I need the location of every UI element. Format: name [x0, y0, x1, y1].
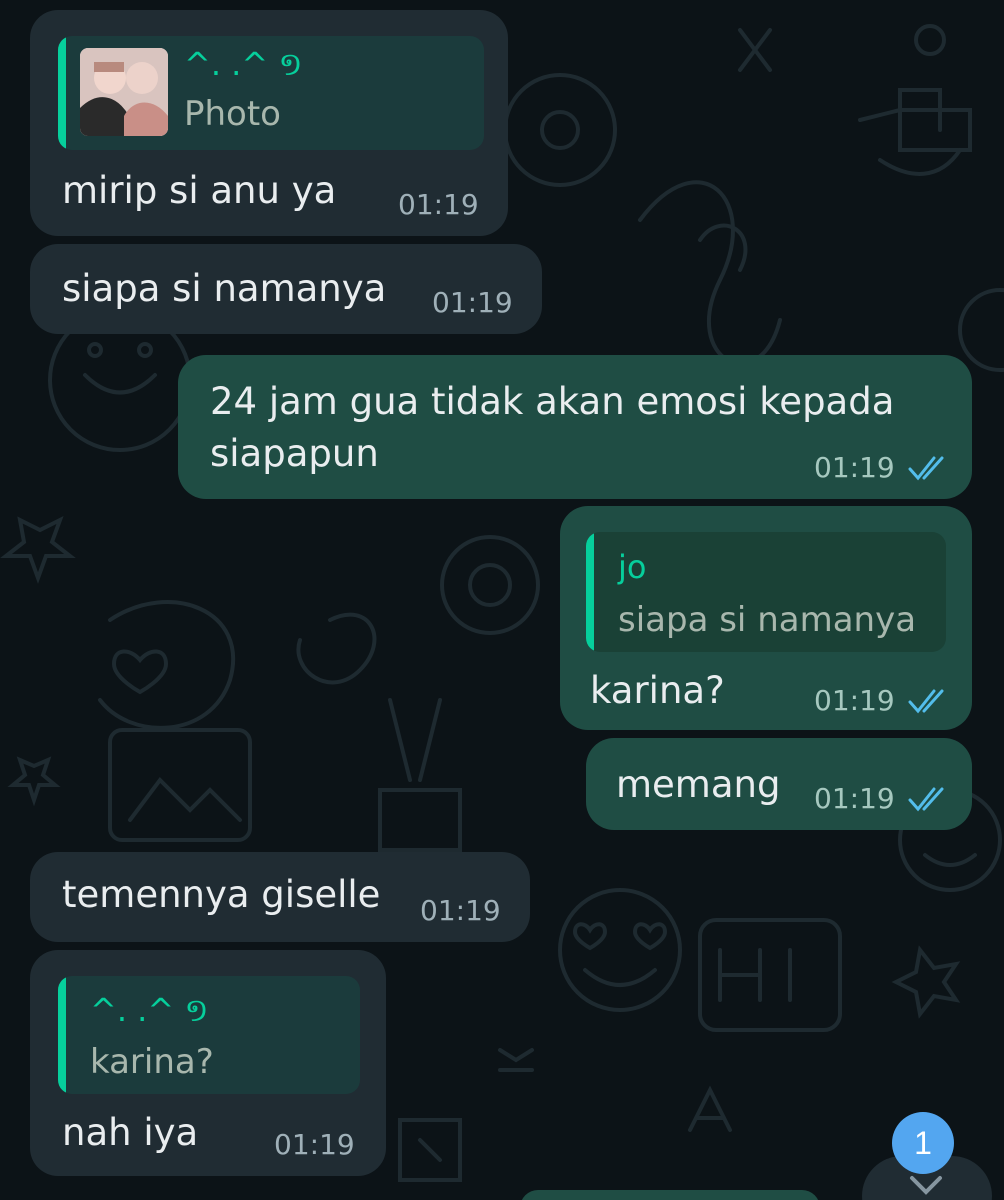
quote-author: ^. .^ ១: [90, 991, 209, 1029]
quote-text: Photo: [184, 94, 281, 134]
message-time: 01:19: [420, 894, 501, 927]
message-bubble-incoming[interactable]: temennya giselle 01:19: [30, 852, 530, 942]
message-text-line-1: 24 jam gua tidak akan emosi kepada: [210, 380, 895, 423]
quote-author: ^. .^ ១: [184, 45, 303, 83]
quote-accent-bar: [58, 976, 66, 1094]
message-bubble-incoming[interactable]: ^. .^ ១ karina? nah iya 01:19: [30, 950, 386, 1176]
message-time: 01:19: [814, 451, 895, 484]
quoted-message[interactable]: ^. .^ ១ Photo: [58, 36, 484, 150]
double-check-icon: [908, 456, 944, 481]
message-bubble-outgoing[interactable]: 24 jam gua tidak akan emosi kepada siapa…: [178, 355, 972, 499]
message-text: memang: [616, 763, 781, 806]
quoted-message[interactable]: ^. .^ ១ karina?: [58, 976, 360, 1094]
message-text-line-2: siapapun: [210, 432, 379, 475]
message-time: 01:19: [398, 188, 479, 221]
double-check-icon: [908, 787, 944, 812]
message-text: nah iya: [62, 1111, 199, 1154]
quoted-message[interactable]: jo siapa si namanya: [586, 532, 946, 652]
message-time: 01:19: [814, 782, 895, 815]
quote-accent-bar: [58, 36, 66, 150]
message-text: karina?: [590, 669, 725, 712]
photo-thumbnail: [80, 48, 168, 136]
quote-author: jo: [618, 548, 647, 586]
quote-text: karina?: [90, 1042, 214, 1082]
quote-accent-bar: [586, 532, 594, 652]
message-time: 01:19: [432, 286, 513, 319]
message-text: temennya giselle: [62, 873, 381, 916]
message-text: mirip si anu ya: [62, 169, 337, 212]
photo-thumbnail-icon: [80, 48, 168, 136]
message-bubble-incoming[interactable]: siapa si namanya 01:19: [30, 244, 542, 334]
unread-count-badge[interactable]: 1: [892, 1112, 954, 1174]
message-bubble-outgoing[interactable]: memang 01:19: [586, 738, 972, 830]
message-time: 01:19: [814, 684, 895, 717]
message-bubble-outgoing[interactable]: jo siapa si namanya karina? 01:19: [560, 506, 972, 730]
message-time: 01:19: [274, 1128, 355, 1161]
chevron-down-icon: [910, 1176, 942, 1195]
message-bubble-incoming[interactable]: ^. .^ ១ Photo mirip si anu ya 01:19: [30, 10, 508, 236]
quote-text: siapa si namanya: [618, 600, 917, 640]
double-check-icon: [908, 689, 944, 714]
message-text: siapa si namanya: [62, 267, 387, 310]
message-bubble-outgoing-partial[interactable]: [520, 1190, 820, 1200]
